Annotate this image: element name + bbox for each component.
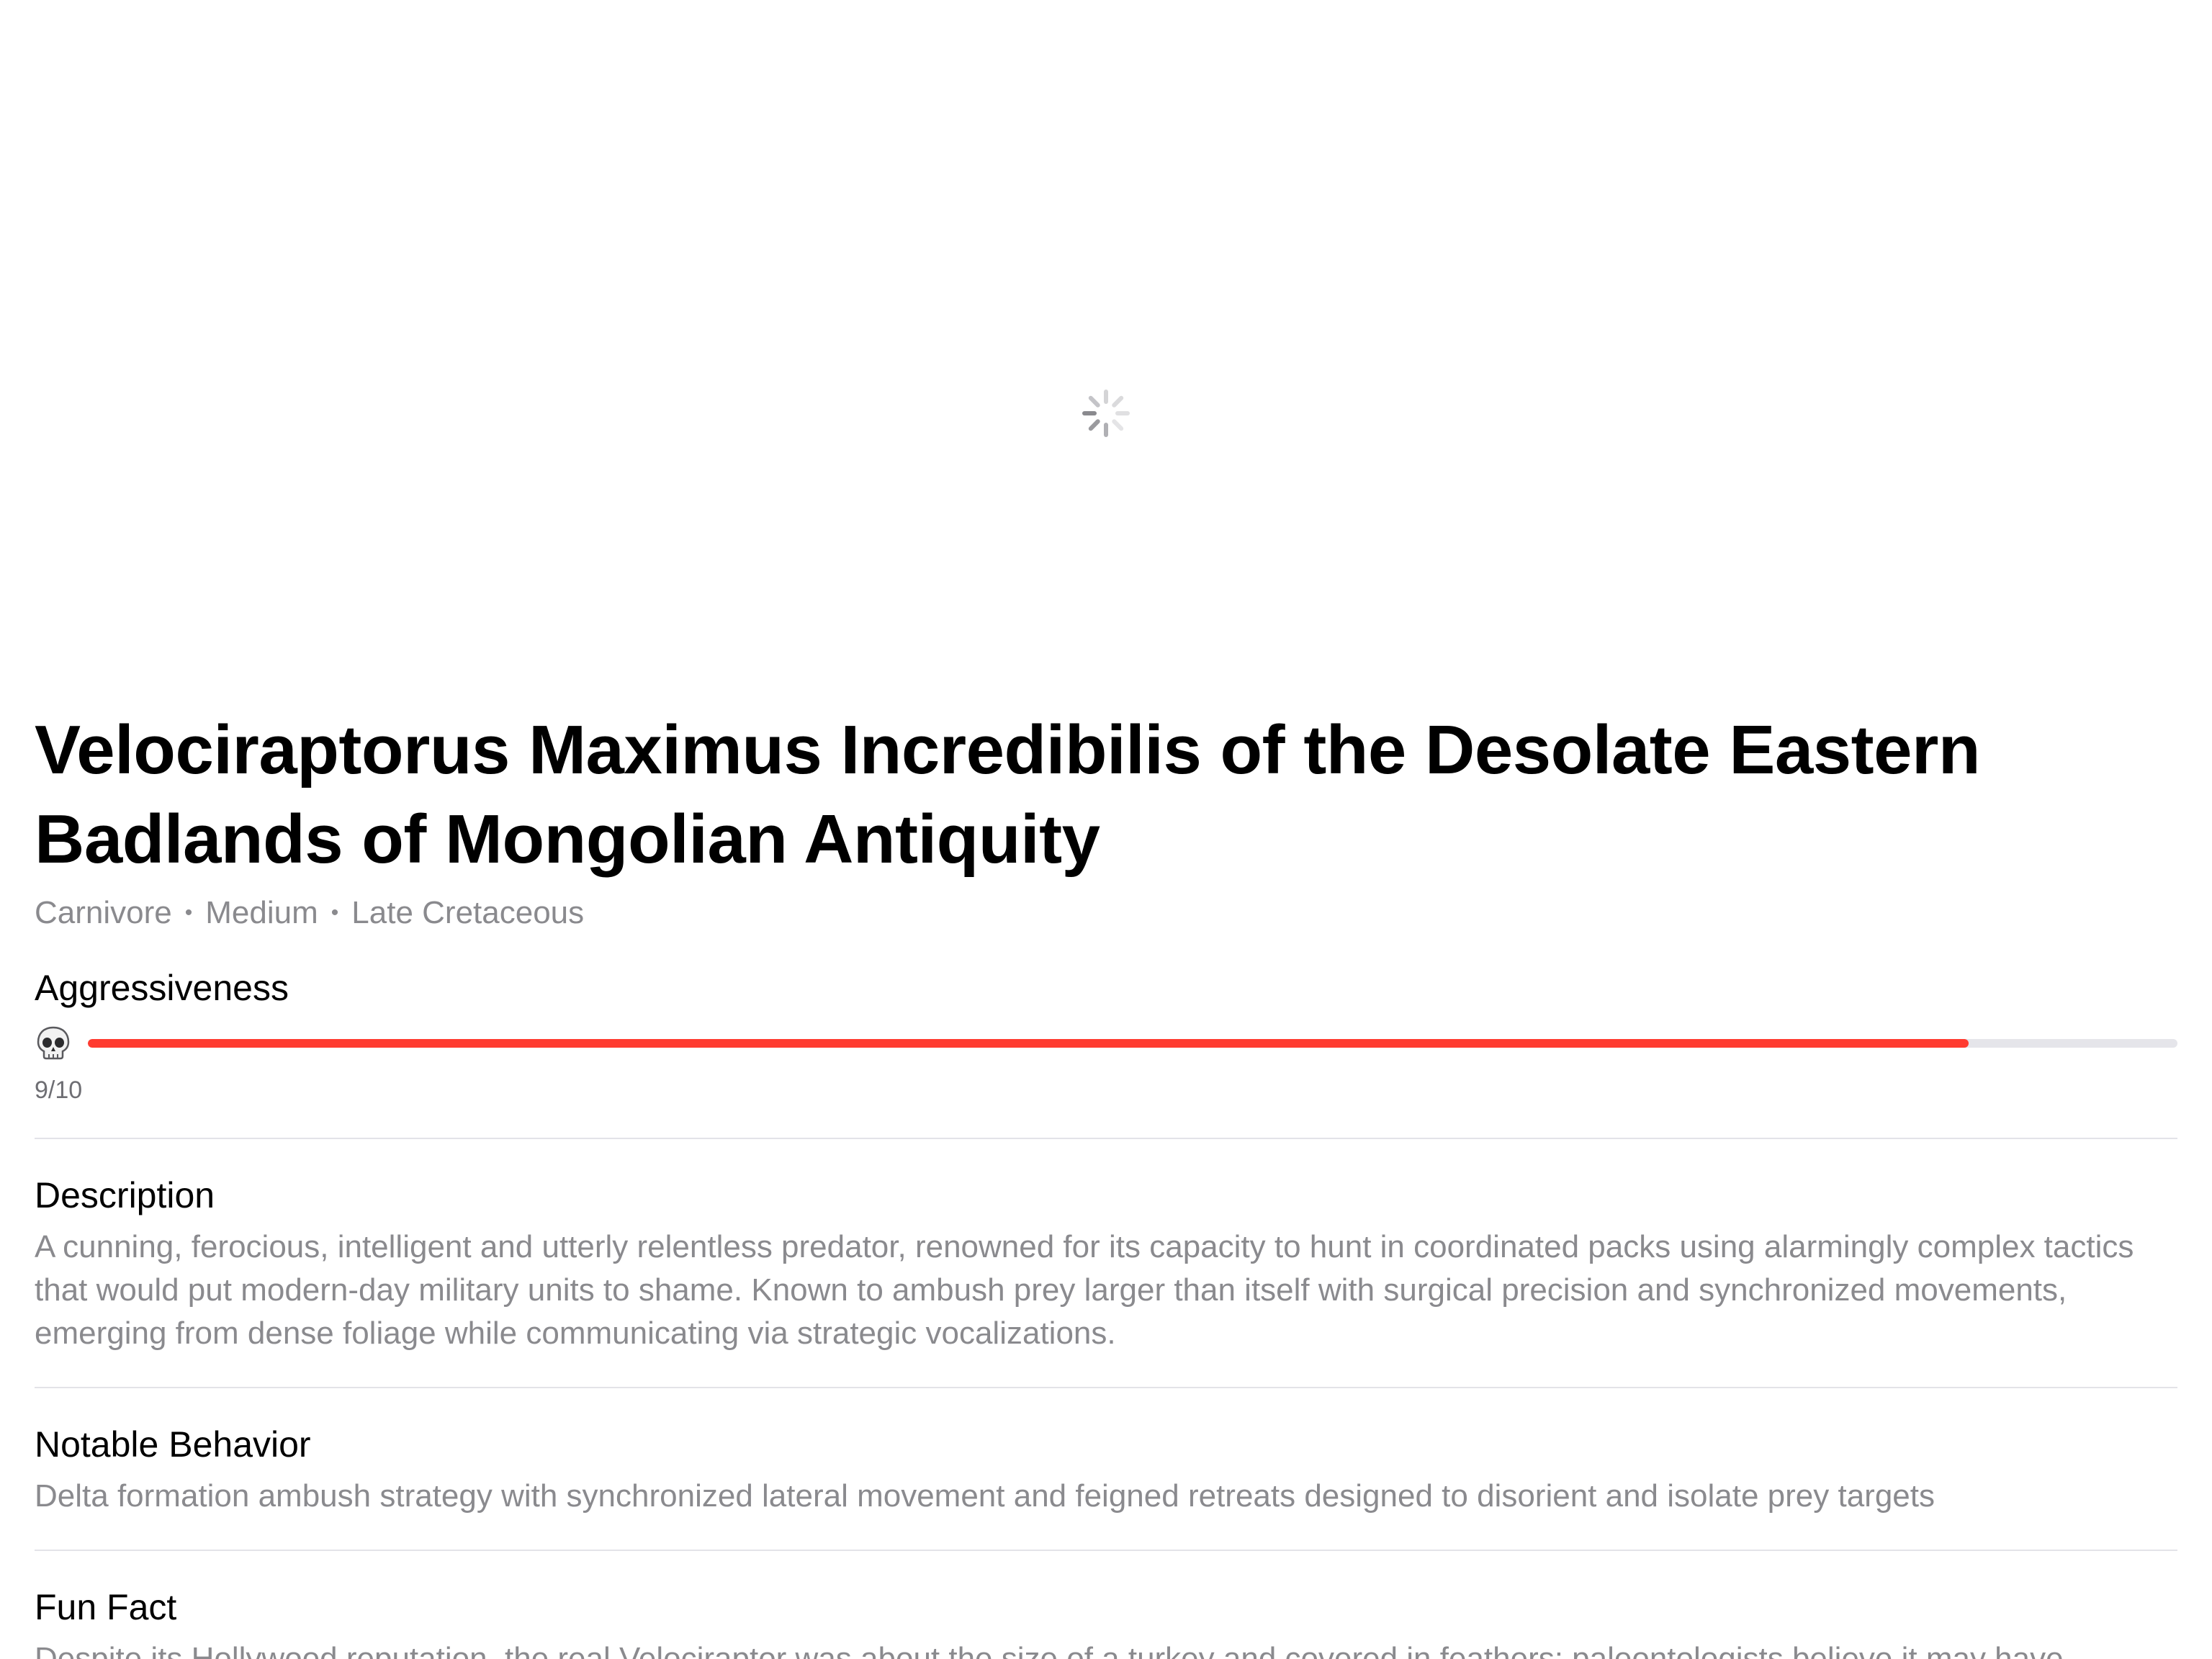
notable-behavior-heading: Notable Behavior — [35, 1424, 311, 1465]
aggressiveness-fill — [88, 1039, 1969, 1048]
section-divider — [35, 1550, 2177, 1551]
notable-behavior-section: Notable Behavior Delta formation ambush … — [35, 1421, 2177, 1518]
activity-spinner-icon — [1082, 390, 1130, 437]
fun-fact-text: Despite its Hollywood reputation, the re… — [35, 1641, 2064, 1659]
meta-separator: • — [331, 901, 339, 925]
meta-separator: • — [184, 901, 193, 925]
dinosaur-details: Velociraptorus Maximus Incredibilis of t… — [35, 706, 2177, 1659]
dinosaur-image-placeholder — [0, 0, 2212, 691]
description-text: A cunning, ferocious, intelligent and ut… — [35, 1229, 2134, 1351]
fun-fact-heading: Fun Fact — [35, 1587, 177, 1627]
aggressiveness-score: 9/10 — [35, 1076, 83, 1104]
dinosaur-name: Velociraptorus Maximus Incredibilis of t… — [35, 711, 1981, 878]
fun-fact-section: Fun Fact Despite its Hollywood reputatio… — [35, 1584, 2177, 1659]
diet-label: Carnivore — [35, 895, 172, 930]
aggressiveness-meter — [35, 1025, 2177, 1061]
notable-behavior-text: Delta formation ambush strategy with syn… — [35, 1478, 1935, 1514]
section-divider — [35, 1387, 2177, 1388]
description-section: Description A cunning, ferocious, intell… — [35, 1172, 2177, 1355]
description-heading: Description — [35, 1175, 215, 1215]
aggressiveness-section: Aggressiveness 9/10 — [35, 965, 2177, 1106]
aggressiveness-track — [88, 1039, 2177, 1048]
dinosaur-detail-page: Velociraptorus Maximus Incredibilis of t… — [0, 0, 2212, 1659]
period-label: Late Cretaceous — [351, 895, 585, 930]
dinosaur-meta: Carnivore • Medium • Late Cretaceous — [35, 893, 2177, 933]
skull-icon — [37, 1026, 70, 1060]
section-divider — [35, 1138, 2177, 1139]
aggressiveness-heading: Aggressiveness — [35, 968, 289, 1008]
size-label: Medium — [205, 895, 318, 930]
